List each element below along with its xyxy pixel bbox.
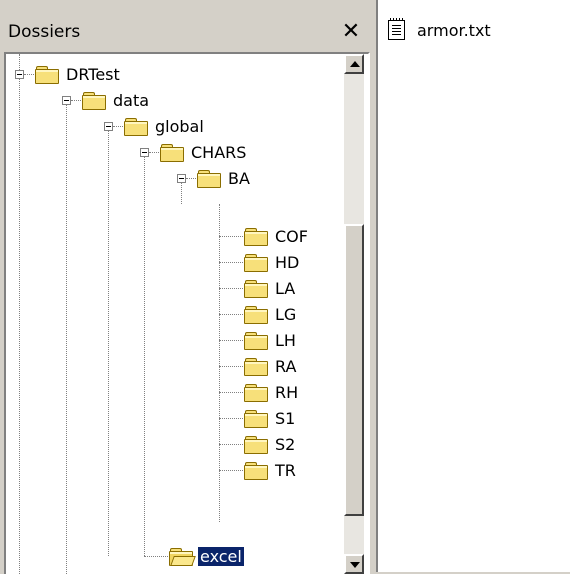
tree-line (219, 444, 245, 445)
folder-icon (160, 143, 184, 162)
tree-item-label: COF (275, 226, 308, 246)
open-folder-icon (169, 547, 196, 566)
tree-line (219, 340, 245, 341)
arrow-up-icon (350, 61, 360, 67)
tree-line (219, 262, 245, 263)
folders-panel: Dossiers ✕ DRTest data global CHARS BA C… (0, 0, 370, 574)
folder-icon (244, 305, 268, 324)
scroll-up-button[interactable] (344, 54, 364, 74)
tree-item-label: BA (228, 168, 250, 188)
arrow-down-icon (350, 562, 360, 568)
close-icon[interactable]: ✕ (338, 19, 364, 45)
tree-line (144, 556, 170, 557)
tree-item-label: global (155, 116, 204, 136)
tree-item[interactable]: S2 (244, 431, 297, 457)
folder-icon (82, 91, 106, 110)
folder-icon (244, 435, 268, 454)
tree-item-label: data (113, 90, 150, 110)
file-name: armor.txt (417, 20, 491, 40)
tree-item-label: RH (275, 382, 299, 402)
tree-item[interactable]: TR (244, 457, 298, 483)
folder-icon (244, 409, 268, 428)
tree-item-label: DRTest (66, 64, 120, 84)
tree-item[interactable]: data (82, 87, 151, 113)
tree-item-label: S2 (275, 434, 296, 454)
tree-item-label: RA (275, 356, 297, 376)
tree-line (66, 100, 67, 574)
tree-line (144, 152, 145, 556)
folder-icon (244, 357, 268, 376)
tree-item[interactable]: LH (244, 327, 298, 353)
tree-line (219, 418, 245, 419)
folder-icon (244, 279, 268, 298)
tree-line (19, 54, 20, 574)
text-file-icon (388, 18, 405, 40)
tree-item[interactable]: LA (244, 275, 297, 301)
tree-item[interactable]: COF (244, 223, 310, 249)
collapse-icon[interactable] (177, 174, 186, 183)
folder-icon (197, 169, 221, 188)
tree-item-label: TR (275, 460, 296, 480)
tree-line (219, 236, 245, 237)
tree-item-selected[interactable]: excel (169, 543, 245, 569)
tree-line (108, 126, 109, 556)
folder-icon (35, 65, 59, 84)
panel-title: Dossiers (8, 22, 81, 42)
tree-item-label: LG (275, 304, 297, 324)
collapse-icon[interactable] (104, 122, 113, 131)
tree-item[interactable]: CHARS (160, 139, 248, 165)
tree-item-label: LA (275, 278, 296, 298)
panel-header: Dossiers ✕ (0, 14, 368, 52)
folder-icon (244, 253, 268, 272)
tree-item-label: excel (197, 545, 245, 567)
tree-line (219, 470, 245, 471)
folder-tree[interactable]: DRTest data global CHARS BA COF HD LA LG… (6, 54, 344, 574)
tree-line (219, 288, 245, 289)
collapse-icon[interactable] (15, 70, 24, 79)
tree-item[interactable]: BA (197, 165, 252, 191)
tree-item[interactable]: global (124, 113, 206, 139)
tree-item-label: LH (275, 330, 296, 350)
folder-icon (124, 117, 148, 136)
tree-item[interactable]: HD (244, 249, 301, 275)
tree-line (219, 204, 220, 522)
collapse-icon[interactable] (140, 148, 149, 157)
file-item[interactable]: armor.txt (388, 18, 491, 40)
tree-item-label: S1 (275, 408, 296, 428)
file-list-panel: armor.txt (376, 0, 570, 572)
folder-icon (244, 331, 268, 350)
vertical-scrollbar[interactable] (344, 54, 364, 574)
tree-line (219, 366, 245, 367)
tree-item-label: HD (275, 252, 300, 272)
tree-item[interactable]: S1 (244, 405, 297, 431)
tree-item[interactable]: RA (244, 353, 298, 379)
scrollbar-thumb[interactable] (344, 224, 364, 516)
tree-item[interactable]: DRTest (35, 61, 122, 87)
tree-line (219, 314, 245, 315)
tree-line (219, 392, 245, 393)
tree-item-label: CHARS (191, 142, 247, 162)
tree-item[interactable]: RH (244, 379, 300, 405)
folder-tree-frame: DRTest data global CHARS BA COF HD LA LG… (4, 52, 370, 574)
folder-icon (244, 227, 268, 246)
folder-icon (244, 383, 268, 402)
scroll-down-button[interactable] (344, 554, 364, 574)
collapse-icon[interactable] (62, 96, 71, 105)
tree-item[interactable]: LG (244, 301, 298, 327)
folder-icon (244, 461, 268, 480)
